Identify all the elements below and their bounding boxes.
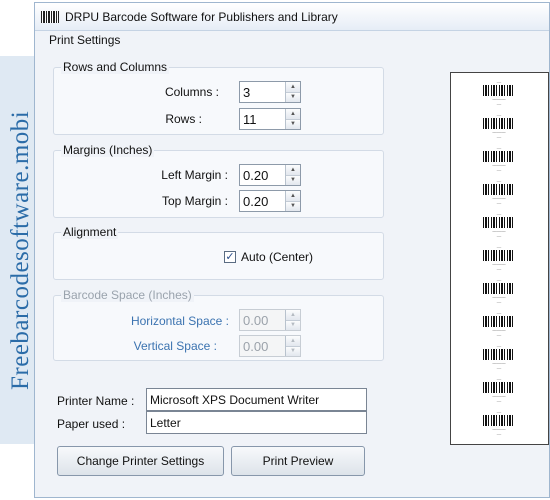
label-footer-mark: ‒‒	[496, 134, 502, 139]
label-header-mark: ‒‒	[496, 310, 502, 315]
columns-value[interactable]: 3	[240, 82, 285, 102]
left-margin-down-icon[interactable]: ▼	[286, 174, 300, 185]
left-margin-up-icon[interactable]: ▲	[286, 165, 300, 175]
columns-up-icon[interactable]: ▲	[286, 82, 300, 92]
window-title: DRPU Barcode Software for Publishers and…	[65, 9, 338, 24]
barcode-label-thumbnail: ‒‒ ‒‒‒‒‒‒ ‒‒	[473, 178, 525, 205]
barcode-space-title: Barcode Space (Inches)	[61, 288, 194, 302]
barcode-label-thumbnail: ‒‒ ‒‒‒‒‒‒ ‒‒	[473, 79, 525, 106]
left-margin-stepper[interactable]: 0.20 ▲ ▼	[239, 164, 301, 186]
horizontal-space-value[interactable]: 0.00	[240, 310, 285, 330]
vertical-space-value[interactable]: 0.00	[240, 336, 285, 356]
barcode-bars-icon	[483, 382, 515, 393]
label-header-mark: ‒‒	[496, 112, 502, 117]
barcode-bars-icon	[483, 118, 515, 129]
rows-up-icon[interactable]: ▲	[286, 109, 300, 119]
rows-columns-group: Rows and Columns Columns : 3 ▲ ▼ Rows : 1…	[53, 60, 384, 135]
barcode-label-thumbnail: ‒‒ ‒‒‒‒‒‒ ‒‒	[473, 244, 525, 271]
label-footer-mark: ‒‒	[496, 332, 502, 337]
label-header-mark: ‒‒	[496, 145, 502, 150]
printer-name-label: Printer Name :	[57, 394, 135, 408]
margins-title: Margins (Inches)	[61, 143, 155, 157]
vertical-space-down-icon[interactable]: ▼	[286, 345, 300, 356]
rows-stepper[interactable]: 11 ▲ ▼	[239, 108, 301, 130]
top-margin-stepper[interactable]: 0.20 ▲ ▼	[239, 190, 301, 212]
label-header-mark: ‒‒	[496, 343, 502, 348]
barcode-bars-icon	[483, 349, 515, 360]
horizontal-space-stepper[interactable]: 0.00 ▲ ▼	[239, 309, 301, 331]
label-footer-mark: ‒‒	[496, 101, 502, 106]
print-preview-button[interactable]: Print Preview	[231, 446, 365, 476]
watermark-text: Freebarcodesoftware.mobi	[7, 110, 34, 390]
label-footer-mark: ‒‒	[496, 266, 502, 271]
label-footer-mark: ‒‒	[496, 233, 502, 238]
auto-center-checkbox[interactable]: ✓	[224, 251, 236, 263]
barcode-bars-icon	[483, 184, 515, 195]
label-footer-mark: ‒‒	[496, 365, 502, 370]
rows-down-icon[interactable]: ▼	[286, 118, 300, 129]
label-footer-mark: ‒‒	[496, 398, 502, 403]
barcode-bars-icon	[483, 85, 515, 96]
label-footer-mark: ‒‒	[496, 299, 502, 304]
barcode-bars-icon	[483, 151, 515, 162]
columns-label: Columns :	[164, 85, 219, 99]
barcode-bars-icon	[483, 217, 515, 228]
top-margin-up-icon[interactable]: ▲	[286, 191, 300, 201]
left-margin-value[interactable]: 0.20	[240, 165, 285, 185]
main-window: DRPU Barcode Software for Publishers and…	[34, 2, 550, 498]
top-margin-label: Top Margin :	[161, 194, 228, 208]
horizontal-space-up-icon[interactable]: ▲	[286, 310, 300, 320]
label-footer-mark: ‒‒	[496, 431, 502, 436]
barcode-icon	[41, 10, 59, 23]
rows-value[interactable]: 11	[240, 109, 285, 129]
vertical-space-stepper[interactable]: 0.00 ▲ ▼	[239, 335, 301, 357]
label-header-mark: ‒‒	[496, 178, 502, 183]
barcode-bars-icon	[483, 415, 515, 426]
auto-center-label[interactable]: Auto (Center)	[241, 250, 313, 264]
paper-used-field[interactable]: Letter	[146, 411, 367, 434]
barcode-bars-icon	[483, 250, 515, 261]
rows-label: Rows :	[165, 112, 202, 126]
barcode-label-thumbnail: ‒‒ ‒‒‒‒‒‒ ‒‒	[473, 310, 525, 337]
printer-name-field[interactable]: Microsoft XPS Document Writer	[146, 388, 367, 411]
label-header-mark: ‒‒	[496, 409, 502, 414]
label-footer-mark: ‒‒	[496, 167, 502, 172]
columns-down-icon[interactable]: ▼	[286, 91, 300, 102]
top-margin-down-icon[interactable]: ▼	[286, 200, 300, 211]
change-printer-settings-button[interactable]: Change Printer Settings	[57, 446, 224, 476]
horizontal-space-down-icon[interactable]: ▼	[286, 319, 300, 330]
left-margin-label: Left Margin :	[161, 168, 228, 182]
alignment-title: Alignment	[61, 225, 119, 239]
label-header-mark: ‒‒	[496, 211, 502, 216]
print-settings-title: Print Settings	[49, 33, 121, 47]
label-footer-mark: ‒‒	[496, 200, 502, 205]
label-header-mark: ‒‒	[496, 277, 502, 282]
label-header-mark: ‒‒	[496, 376, 502, 381]
barcode-label-thumbnail: ‒‒ ‒‒‒‒‒‒ ‒‒	[473, 409, 525, 436]
barcode-label-thumbnail: ‒‒ ‒‒‒‒‒‒ ‒‒	[473, 112, 525, 139]
vertical-space-label: Vertical Space :	[133, 339, 217, 353]
title-bar: DRPU Barcode Software for Publishers and…	[35, 3, 549, 31]
print-preview-page: ‒‒ ‒‒ ‒‒ ‒‒ ‒‒ ‒‒ ‒‒ ‒‒ ‒‒ ‒‒ ‒‒ ‒‒ ‒‒ ‒‒ ‒‒ ‒‒ ‒‒ ‒‒ ‒‒ ‒‒…	[450, 72, 549, 445]
margins-group: Margins (Inches) Left Margin : 0.20 ▲ ▼ T…	[53, 143, 384, 218]
vertical-space-up-icon[interactable]: ▲	[286, 336, 300, 346]
barcode-space-group: Barcode Space (Inches) Horizontal Space …	[53, 288, 384, 361]
barcode-label-thumbnail: ‒‒ ‒‒‒‒‒‒ ‒‒	[473, 376, 525, 403]
alignment-group: Alignment ✓ Auto (Center)	[53, 225, 384, 280]
barcode-label-thumbnail: ‒‒ ‒‒‒‒‒‒ ‒‒	[473, 343, 525, 370]
columns-stepper[interactable]: 3 ▲ ▼	[239, 81, 301, 103]
barcode-label-thumbnail: ‒‒ ‒‒‒‒‒‒ ‒‒	[473, 211, 525, 238]
paper-used-label: Paper used :	[57, 417, 126, 431]
label-header-mark: ‒‒	[496, 244, 502, 249]
barcode-bars-icon	[483, 316, 515, 327]
rows-columns-title: Rows and Columns	[61, 60, 170, 74]
label-header-mark: ‒‒	[496, 79, 502, 84]
barcode-bars-icon	[483, 283, 515, 294]
barcode-label-thumbnail: ‒‒ ‒‒‒‒‒‒ ‒‒	[473, 145, 525, 172]
horizontal-space-label: Horizontal Space :	[130, 314, 229, 328]
top-margin-value[interactable]: 0.20	[240, 191, 285, 211]
barcode-label-thumbnail: ‒‒ ‒‒‒‒‒‒ ‒‒	[473, 277, 525, 304]
